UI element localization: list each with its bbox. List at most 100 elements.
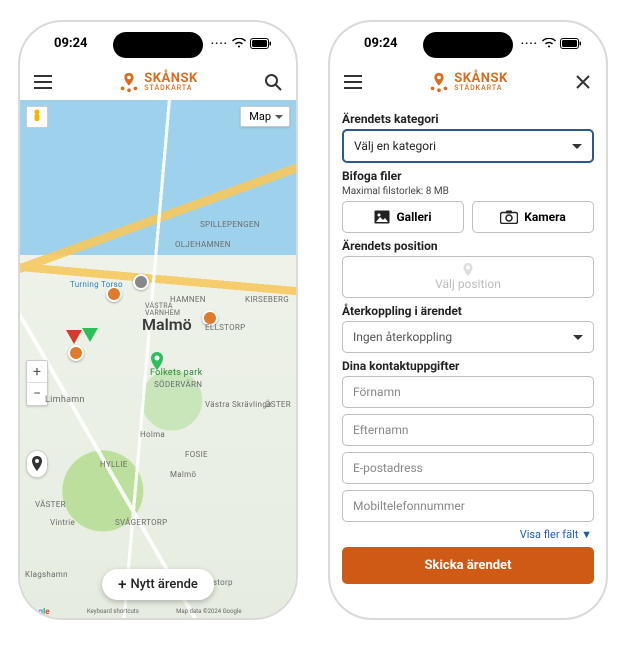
map-copyright: Map data ©2024 Google xyxy=(176,608,241,615)
firstname-input[interactable]: Förnamn xyxy=(342,376,594,408)
camera-button[interactable]: Kamera xyxy=(472,201,594,233)
app-logo: SKÅNSK STÄDKARTA xyxy=(428,71,507,93)
logo-sub: STÄDKARTA xyxy=(144,85,197,91)
category-value: Välj en kategori xyxy=(354,139,436,153)
case-form: Ärendets kategori Välj en kategori Bifog… xyxy=(330,100,606,618)
cell-signal-icon: ···· xyxy=(211,37,228,50)
city-label: Malmö xyxy=(142,315,192,334)
pin-icon xyxy=(462,263,474,277)
category-select[interactable]: Välj en kategori xyxy=(342,129,594,163)
show-more-fields-link[interactable]: Visa fler fält ▼ xyxy=(342,528,592,541)
close-button[interactable] xyxy=(570,69,596,95)
feedback-value: Ingen återkoppling xyxy=(353,330,452,344)
app-header: SKÅNSK STÄDKARTA xyxy=(20,64,296,100)
map-type-selector[interactable]: Map xyxy=(240,106,290,127)
phone-form: 09:24 ···· SKÅNSK STÄDKARTA Ärendets kat… xyxy=(328,20,608,620)
pin-icon xyxy=(31,456,43,472)
app-header: SKÅNSK STÄDKARTA xyxy=(330,64,606,100)
clock: 09:24 xyxy=(54,36,88,51)
district-label: Vintrie xyxy=(50,518,75,527)
menu-button[interactable] xyxy=(30,69,56,95)
hamburger-icon xyxy=(344,75,362,89)
district-label: VÄSTER xyxy=(35,500,66,509)
search-icon xyxy=(264,73,282,91)
notch xyxy=(423,32,513,58)
attach-hint: Maximal filstorlek: 8 MB xyxy=(342,186,594,197)
map-marker[interactable] xyxy=(68,345,84,361)
notch xyxy=(113,32,203,58)
phone-placeholder: Mobiltelefonnummer xyxy=(353,499,465,513)
phone-input[interactable]: Mobiltelefonnummer xyxy=(342,490,594,522)
district-label: OLJEHAMNEN xyxy=(175,240,231,249)
new-case-label: Nytt ärende xyxy=(130,577,197,592)
logo-icon xyxy=(118,71,140,93)
camera-icon xyxy=(500,210,518,224)
search-button[interactable] xyxy=(260,69,286,95)
locate-button[interactable] xyxy=(26,450,48,478)
lastname-placeholder: Efternamn xyxy=(353,423,409,437)
district-label: Klagshamn xyxy=(25,570,68,579)
cell-signal-icon: ···· xyxy=(521,37,538,50)
position-button[interactable]: Välj position xyxy=(342,256,594,298)
status-icons: ···· xyxy=(521,37,582,50)
gallery-icon xyxy=(374,210,390,224)
district-label: ELLSTORP xyxy=(205,323,245,332)
lastname-input[interactable]: Efternamn xyxy=(342,414,594,446)
pegman-icon xyxy=(31,109,43,125)
attach-label: Bifoga filer xyxy=(342,169,594,183)
status-icons: ···· xyxy=(211,37,272,50)
district-label: Holma xyxy=(140,430,165,439)
hamburger-icon xyxy=(34,75,52,89)
camera-label: Kamera xyxy=(524,210,566,224)
map-scale: 1 km xyxy=(279,608,292,615)
district-label: KIRSEBERG xyxy=(245,295,289,304)
wifi-icon xyxy=(542,38,556,48)
battery-icon xyxy=(560,38,582,49)
district-label: HYLLIE xyxy=(100,460,128,469)
wifi-icon xyxy=(232,38,246,48)
map-marker[interactable] xyxy=(133,274,149,290)
map-type-label: Map xyxy=(249,110,271,123)
email-input[interactable]: E-postadress xyxy=(342,452,594,484)
phone-map: 09:24 ···· SKÅNSK STÄDKARTA Map xyxy=(18,20,298,620)
close-icon xyxy=(575,74,591,90)
poi-label: Folkets park xyxy=(150,368,202,378)
district-label: Malmö xyxy=(170,470,196,479)
poi-label: Turning Torso xyxy=(70,280,123,289)
feedback-label: Återkoppling i ärendet xyxy=(342,304,594,318)
firstname-placeholder: Förnamn xyxy=(353,385,401,399)
battery-icon xyxy=(250,38,272,49)
submit-button[interactable]: Skicka ärendet xyxy=(342,547,594,584)
map-footer: Google Keyboard shortcuts Map data ©2024… xyxy=(24,607,292,616)
email-placeholder: E-postadress xyxy=(353,461,423,475)
logo-sub: STÄDKARTA xyxy=(454,85,507,91)
feedback-select[interactable]: Ingen återkoppling xyxy=(342,321,594,353)
zoom-out-button[interactable]: − xyxy=(27,383,47,405)
position-label: Ärendets position xyxy=(342,239,594,253)
submit-label: Skicka ärendet xyxy=(425,558,512,573)
map[interactable]: Map + − Malmö SPILLEPENGEN OLJEHAMNEN HA… xyxy=(20,100,296,618)
menu-button[interactable] xyxy=(340,69,366,95)
gallery-button[interactable]: Galleri xyxy=(342,201,464,233)
gallery-label: Galleri xyxy=(396,210,431,224)
position-placeholder: Välj position xyxy=(435,277,501,291)
district-label: SPILLEPENGEN xyxy=(200,220,260,229)
district-label: VARNHEM xyxy=(145,309,180,317)
district-label: SVÅGERTORP xyxy=(115,518,167,527)
map-marker[interactable] xyxy=(66,330,82,344)
plus-icon: + xyxy=(118,577,126,592)
zoom-in-button[interactable]: + xyxy=(27,361,47,383)
map-marker[interactable] xyxy=(82,328,98,342)
district-label: Västra Skrävlinge xyxy=(205,400,272,409)
contact-label: Dina kontaktuppgifter xyxy=(342,359,594,373)
district-label: FOSIE xyxy=(185,450,208,459)
new-case-button[interactable]: + Nytt ärende xyxy=(102,569,214,600)
district-label: HAMNEN xyxy=(170,295,206,304)
app-logo: SKÅNSK STÄDKARTA xyxy=(118,71,197,93)
pegman-button[interactable] xyxy=(26,106,48,128)
map-shortcuts[interactable]: Keyboard shortcuts xyxy=(87,608,139,615)
logo-icon xyxy=(428,71,450,93)
clock: 09:24 xyxy=(364,36,398,51)
district-label: SÖDERVÄRN xyxy=(154,380,202,389)
google-logo: Google xyxy=(24,607,50,616)
